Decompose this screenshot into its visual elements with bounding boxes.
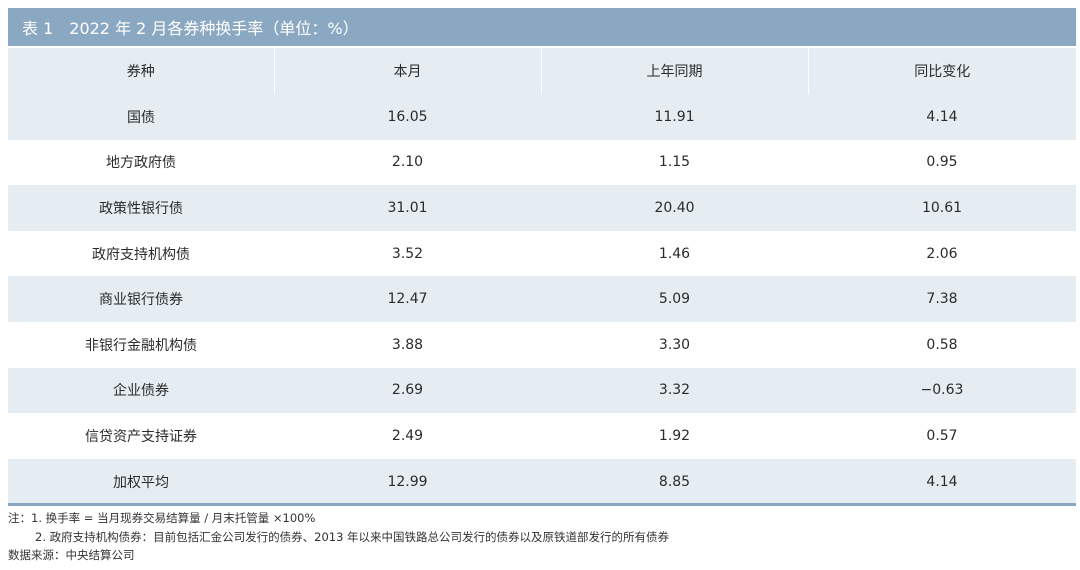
table-row: 信贷资产支持证券 2.49 1.92 0.57 — [8, 413, 1076, 459]
bond-type-cell: 信贷资产支持证券 — [85, 428, 197, 445]
bond-type-cell: 地方政府债 — [106, 155, 176, 172]
column-header-this-month: 本月 — [273, 48, 541, 94]
table-row: 非银行金融机构债 3.88 3.30 0.58 — [8, 322, 1076, 368]
value-cell: 12.47 — [274, 276, 541, 322]
header-row: 券种 本月 上年同期 同比变化 — [8, 48, 1076, 94]
value-cell: 4.14 — [808, 94, 1076, 140]
value-cell: 8.85 — [541, 458, 808, 505]
turnover-table: 券种 本月 上年同期 同比变化 国债 16.05 11.91 4.14 地方政府… — [8, 48, 1076, 505]
value-cell: 2.06 — [926, 245, 958, 262]
value-cell: 0.57 — [926, 427, 958, 444]
value-cell: 2.10 — [391, 154, 424, 171]
value-cell: 2.49 — [391, 427, 424, 444]
table-title: 表 1 2022 年 2 月各券种换手率（单位：%） — [8, 8, 1076, 46]
bond-type-cell: 非银行金融机构债 — [85, 337, 197, 354]
column-header-yoy-change: 同比变化 — [807, 48, 1076, 94]
note-1: 注：1. 换手率 = 当月现券交易结算量 / 月末托管量 ×100% — [8, 511, 316, 525]
value-cell: 0.58 — [926, 336, 958, 353]
table-row: 国债 16.05 11.91 4.14 — [8, 94, 1076, 140]
value-cell: 12.99 — [274, 458, 541, 505]
table-bottom-rule — [8, 503, 1076, 506]
column-header-bond-type: 券种 — [8, 48, 274, 94]
data-source: 数据来源：中央结算公司 — [8, 548, 135, 562]
weighted-average-row: 加权平均 12.99 8.85 4.14 — [8, 458, 1076, 505]
table-notes: 注：1. 换手率 = 当月现券交易结算量 / 月末托管量 ×100% 2. 政府… — [8, 509, 669, 565]
value-cell: 10.61 — [808, 185, 1076, 231]
bond-type-cell: 政策性银行债 — [8, 185, 274, 231]
bond-type-cell: 企业债券 — [8, 367, 274, 414]
value-cell: 4.14 — [808, 458, 1076, 505]
value-cell: 3.32 — [541, 367, 808, 414]
value-cell: 20.40 — [541, 185, 808, 231]
note-2: 2. 政府支持机构债券：目前包括汇金公司发行的债券、2013 年以来中国铁路总公… — [35, 529, 670, 544]
value-cell: 11.91 — [541, 94, 808, 140]
table-row: 政策性银行债 31.01 20.40 10.61 — [8, 185, 1076, 231]
value-cell: 3.30 — [658, 336, 691, 353]
bond-type-cell: 商业银行债券 — [8, 276, 274, 322]
table-row: 地方政府债 2.10 1.15 0.95 — [8, 140, 1076, 186]
table-row: 政府支持机构债 3.52 1.46 2.06 — [8, 231, 1076, 277]
bond-type-cell: 加权平均 — [8, 458, 274, 505]
value-cell: 1.15 — [658, 154, 691, 171]
value-cell: 1.92 — [658, 427, 691, 444]
bond-type-cell: 国债 — [8, 94, 274, 140]
value-cell: 3.52 — [391, 245, 424, 262]
value-cell: 2.69 — [274, 367, 541, 414]
value-cell: 1.46 — [658, 245, 691, 262]
value-cell: 5.09 — [541, 276, 808, 322]
bond-type-cell: 政府支持机构债 — [92, 246, 190, 263]
value-cell: 0.95 — [926, 154, 958, 171]
value-cell: 16.05 — [274, 94, 541, 140]
column-header-last-year: 上年同期 — [540, 48, 808, 94]
table-row: 企业债券 2.69 3.32 −0.63 — [8, 367, 1076, 414]
value-cell: 7.38 — [808, 276, 1076, 322]
value-cell: 3.88 — [391, 336, 424, 353]
value-cell: −0.63 — [808, 367, 1076, 414]
table-row: 商业银行债券 12.47 5.09 7.38 — [8, 276, 1076, 322]
value-cell: 31.01 — [274, 185, 541, 231]
